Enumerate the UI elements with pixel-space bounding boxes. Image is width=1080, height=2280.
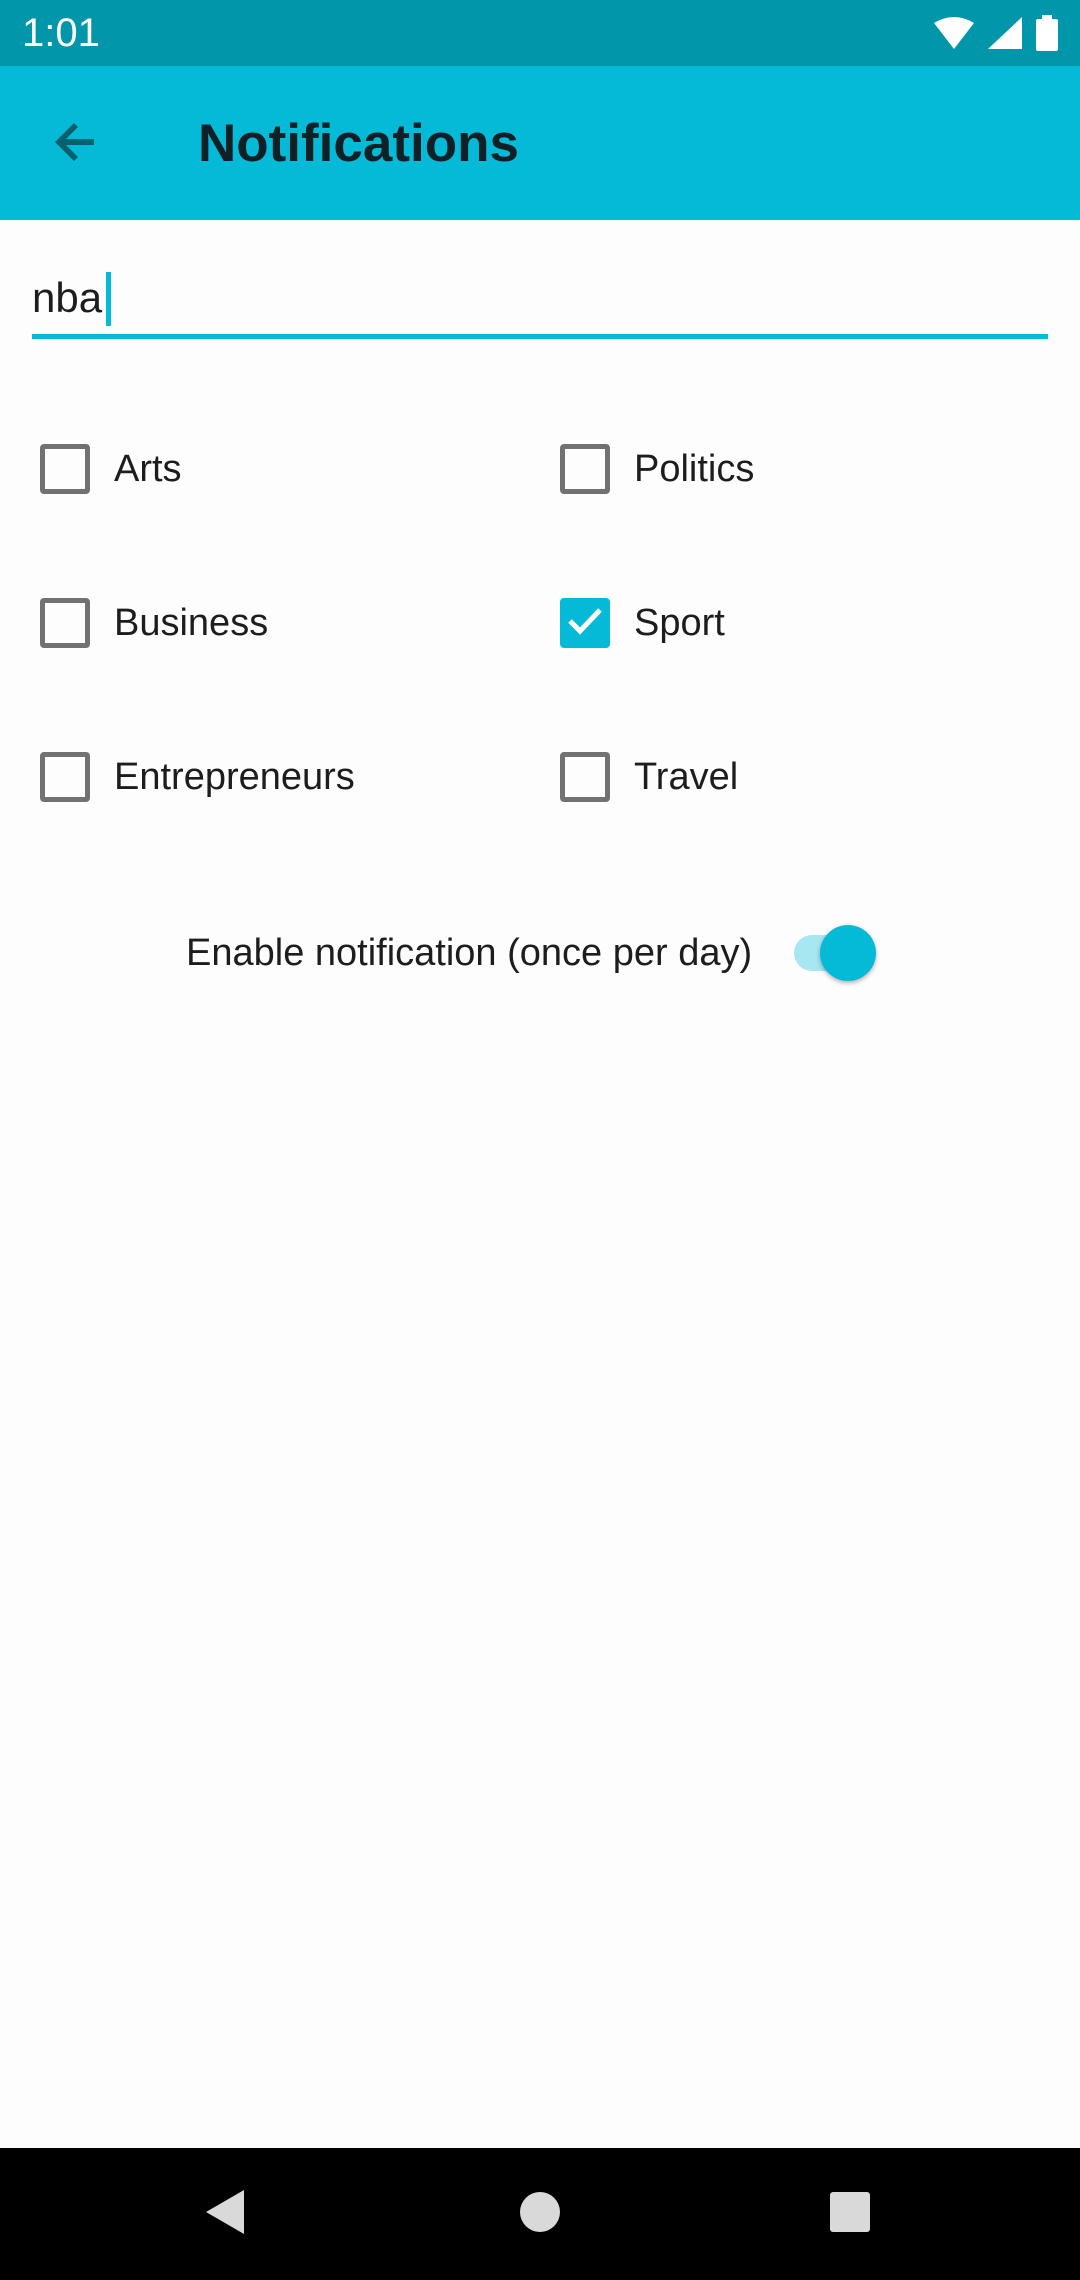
signal-icon <box>988 17 1022 49</box>
checkbox-sport[interactable]: Sport <box>560 588 725 658</box>
home-circle-icon <box>518 2190 562 2239</box>
checkbox-business[interactable]: Business <box>40 588 268 658</box>
wifi-icon <box>934 17 974 49</box>
page-title: Notifications <box>198 114 519 173</box>
checkmark-icon <box>567 606 603 641</box>
checkbox-label: Politics <box>634 448 755 490</box>
status-time: 1:01 <box>22 11 100 55</box>
toggle-thumb[interactable] <box>820 925 877 981</box>
recents-square-icon <box>828 2190 872 2239</box>
checkbox-travel[interactable]: Travel <box>560 742 738 812</box>
checkbox-box[interactable] <box>40 598 90 648</box>
checkbox-label: Sport <box>634 602 725 644</box>
checkbox-entrepreneurs[interactable]: Entrepreneurs <box>40 742 355 812</box>
arrow-back-icon <box>52 118 100 171</box>
text-cursor <box>106 272 111 326</box>
status-icons <box>934 14 1058 52</box>
back-triangle-icon <box>204 2188 248 2241</box>
checkbox-arts[interactable]: Arts <box>40 434 182 504</box>
checkbox-box[interactable] <box>560 444 610 494</box>
checkbox-politics[interactable]: Politics <box>560 434 754 504</box>
checkbox-label: Arts <box>114 448 182 490</box>
status-bar: 1:01 <box>0 0 1080 66</box>
navigation-bar <box>0 2148 1080 2280</box>
notification-toggle-label: Enable notification (once per day) <box>186 932 753 974</box>
checkbox-box[interactable] <box>560 752 610 802</box>
checkbox-label: Entrepreneurs <box>114 756 355 798</box>
back-button[interactable] <box>38 106 114 182</box>
checkbox-label: Business <box>114 602 269 644</box>
nav-back-button[interactable] <box>190 2178 262 2250</box>
search-input[interactable] <box>32 262 1048 339</box>
checkbox-box[interactable] <box>40 444 90 494</box>
app-bar: Notifications <box>0 66 1080 220</box>
nav-home-button[interactable] <box>504 2178 576 2250</box>
checkbox-label: Travel <box>634 756 739 798</box>
nav-recents-button[interactable] <box>814 2178 886 2250</box>
battery-icon <box>1036 15 1058 51</box>
notification-toggle-row: Enable notification (once per day) <box>186 918 877 988</box>
checkbox-box[interactable] <box>40 752 90 802</box>
checkbox-box-checked[interactable] <box>560 598 610 648</box>
notification-toggle[interactable] <box>782 918 877 988</box>
